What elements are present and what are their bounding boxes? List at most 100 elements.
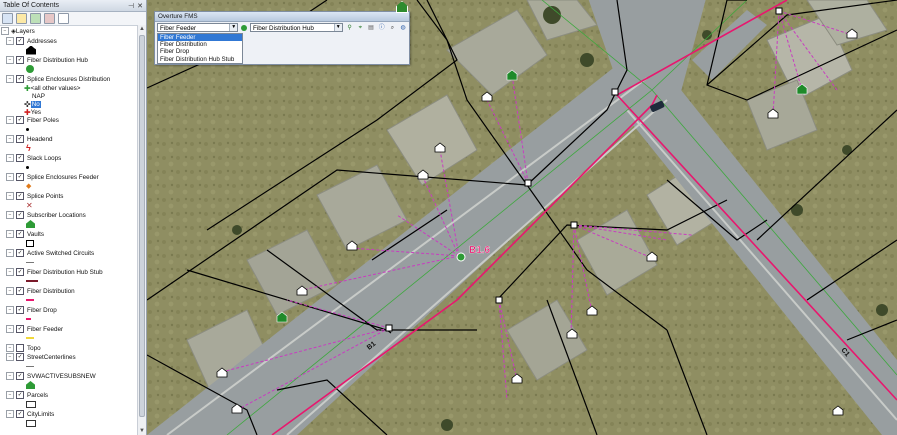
layer-visibility-checkbox[interactable]: ✓	[16, 75, 24, 83]
x-mark-icon: ✕	[26, 200, 33, 210]
feature-select[interactable]: Fiber Distribution Hub ▼	[249, 23, 343, 32]
layer-label: Splice Points	[27, 192, 64, 200]
parcel-box-icon	[26, 400, 36, 408]
layer-visibility-checkbox[interactable]: ✓	[16, 230, 24, 238]
list-by-drawing-order-icon[interactable]	[2, 13, 13, 24]
dropdown-option[interactable]: Fiber Drop	[158, 48, 242, 55]
layer-visibility-checkbox[interactable]: ✓	[16, 135, 24, 143]
map-view[interactable]: B1.6 B1 C1	[147, 0, 897, 435]
collapse-icon[interactable]: −	[6, 230, 14, 238]
collapse-icon[interactable]: −	[6, 372, 14, 380]
collapse-icon[interactable]: −	[6, 353, 14, 361]
collapse-icon[interactable]: −	[6, 249, 14, 257]
scroll-up-icon[interactable]: ▲	[138, 25, 146, 33]
collapse-icon[interactable]: −	[6, 154, 14, 162]
layer-visibility-checkbox[interactable]: ✓	[16, 116, 24, 124]
collapse-icon[interactable]: −	[6, 135, 14, 143]
layer-visibility-checkbox[interactable]: ✓	[16, 325, 24, 333]
collapse-icon[interactable]: −	[6, 56, 14, 64]
layer-label: Splice Enclosures Feeder	[27, 173, 99, 181]
collapse-icon[interactable]: −	[6, 410, 14, 418]
layer-label: Subscriber Locations	[27, 211, 86, 219]
layer-item[interactable]: − ✓ Splice Points	[6, 191, 63, 201]
collapse-icon[interactable]: −	[6, 287, 14, 295]
black-dot-icon	[26, 165, 29, 169]
collapse-icon[interactable]: −	[6, 116, 14, 124]
toc-scrollbar[interactable]: ▲ ▼	[137, 25, 146, 435]
layer-visibility-checkbox[interactable]: ✓	[16, 353, 24, 361]
layer-dropdown-list[interactable]: Fiber Feeder Fiber Distribution Fiber Drop…	[157, 33, 243, 64]
collapse-icon[interactable]: −	[6, 391, 14, 399]
options-icon[interactable]	[58, 13, 69, 24]
identify-icon[interactable]: ⓘ	[378, 24, 386, 32]
list-by-visibility-icon[interactable]	[30, 13, 41, 24]
dark-red-line-icon	[26, 280, 38, 282]
globe-icon[interactable]: ◍	[399, 24, 407, 32]
collapse-icon[interactable]: −	[6, 75, 14, 83]
zoom-icon[interactable]: ⌕	[389, 24, 397, 32]
collapse-icon[interactable]: −	[6, 325, 14, 333]
layer-item[interactable]: − ✓ Fiber Drop	[6, 305, 57, 315]
layer-visibility-checkbox[interactable]: ✓	[16, 268, 24, 276]
layer-label: Fiber Drop	[27, 306, 57, 314]
dropdown-option[interactable]: Fiber Feeder	[158, 34, 242, 42]
scroll-down-icon[interactable]: ▼	[138, 427, 146, 435]
layer-visibility-checkbox[interactable]: ✓	[16, 192, 24, 200]
collapse-icon[interactable]: −	[6, 306, 14, 314]
dropdown-arrow-icon[interactable]: ▼	[333, 24, 342, 31]
chevron-down-icon[interactable]: ▼	[229, 24, 238, 31]
layer-label: Slack Loops	[27, 154, 62, 162]
aerial-map[interactable]: B1.6 B1 C1	[147, 0, 897, 435]
parcel-box-icon	[26, 419, 36, 427]
close-icon[interactable]: ✕	[137, 2, 143, 10]
list-by-source-icon[interactable]	[16, 13, 27, 24]
connect-icon[interactable]: ⚲	[346, 24, 354, 32]
report-icon[interactable]: ▤	[367, 24, 375, 32]
layer-visibility-checkbox[interactable]: ✓	[16, 37, 24, 45]
collapse-icon[interactable]: −	[1, 27, 9, 35]
layer-label: Vaults	[27, 230, 45, 238]
table-of-contents-panel: Table Of Contents ⊣ ✕ − ◈ Layers − ✓ Address…	[0, 0, 147, 435]
collapse-icon[interactable]: −	[6, 37, 14, 45]
green-dot-icon[interactable]	[241, 24, 247, 31]
dropdown-option[interactable]: Fiber Distribution Hub Stub	[158, 56, 242, 63]
layer-visibility-checkbox[interactable]: ✓	[16, 154, 24, 162]
layer-item[interactable]: − ✓ Fiber Poles	[6, 115, 59, 125]
layer-visibility-checkbox[interactable]: ✓	[16, 410, 24, 418]
layer-select[interactable]: Fiber Feeder ▼	[157, 23, 239, 32]
layer-visibility-checkbox[interactable]: ✓	[16, 372, 24, 380]
layer-tree: − ◈ Layers − ✓ Addresses − ✓ Fiber Distribution…	[0, 25, 137, 435]
toc-toolbar	[0, 12, 146, 26]
gray-line-icon	[26, 365, 34, 367]
collapse-icon[interactable]: −	[6, 211, 14, 219]
dropdown-option[interactable]: Fiber Distribution	[158, 41, 242, 48]
list-by-selection-icon[interactable]	[44, 13, 55, 24]
layer-visibility-checkbox[interactable]: ✓	[16, 211, 24, 219]
layer-label: Parcels	[27, 391, 48, 399]
layer-visibility-checkbox[interactable]: ✓	[16, 306, 24, 314]
trace-icon[interactable]: ⌖	[356, 24, 364, 32]
collapse-icon[interactable]: −	[6, 344, 14, 352]
layer-item[interactable]: − ✓ Fiber Feeder	[6, 324, 63, 334]
black-dot-icon	[26, 127, 29, 131]
layer-label: SVWACTIVESUBSNEW	[27, 372, 96, 380]
feature-select-value: Fiber Distribution Hub	[252, 25, 314, 32]
layer-visibility-checkbox[interactable]: ✓	[16, 287, 24, 295]
collapse-icon[interactable]: −	[6, 173, 14, 181]
pin-icon[interactable]: ⊣	[128, 2, 134, 10]
layer-select-value: Fiber Feeder	[160, 25, 197, 32]
collapse-icon[interactable]: −	[6, 268, 14, 276]
layer-label: Addresses	[27, 37, 57, 45]
layer-visibility-checkbox[interactable]	[16, 344, 24, 352]
layer-visibility-checkbox[interactable]: ✓	[16, 173, 24, 181]
layer-item[interactable]: − ✓ Slack Loops	[6, 153, 61, 163]
yellow-line-icon	[26, 337, 34, 339]
vault-box-icon	[26, 239, 34, 247]
layer-visibility-checkbox[interactable]: ✓	[16, 249, 24, 257]
collapse-icon[interactable]: −	[6, 192, 14, 200]
scroll-thumb[interactable]	[139, 35, 145, 417]
layer-visibility-checkbox[interactable]: ✓	[16, 391, 24, 399]
hub-label: B1.6	[469, 245, 491, 256]
fiber-distribution-hub[interactable]	[456, 252, 466, 262]
layer-visibility-checkbox[interactable]: ✓	[16, 56, 24, 64]
